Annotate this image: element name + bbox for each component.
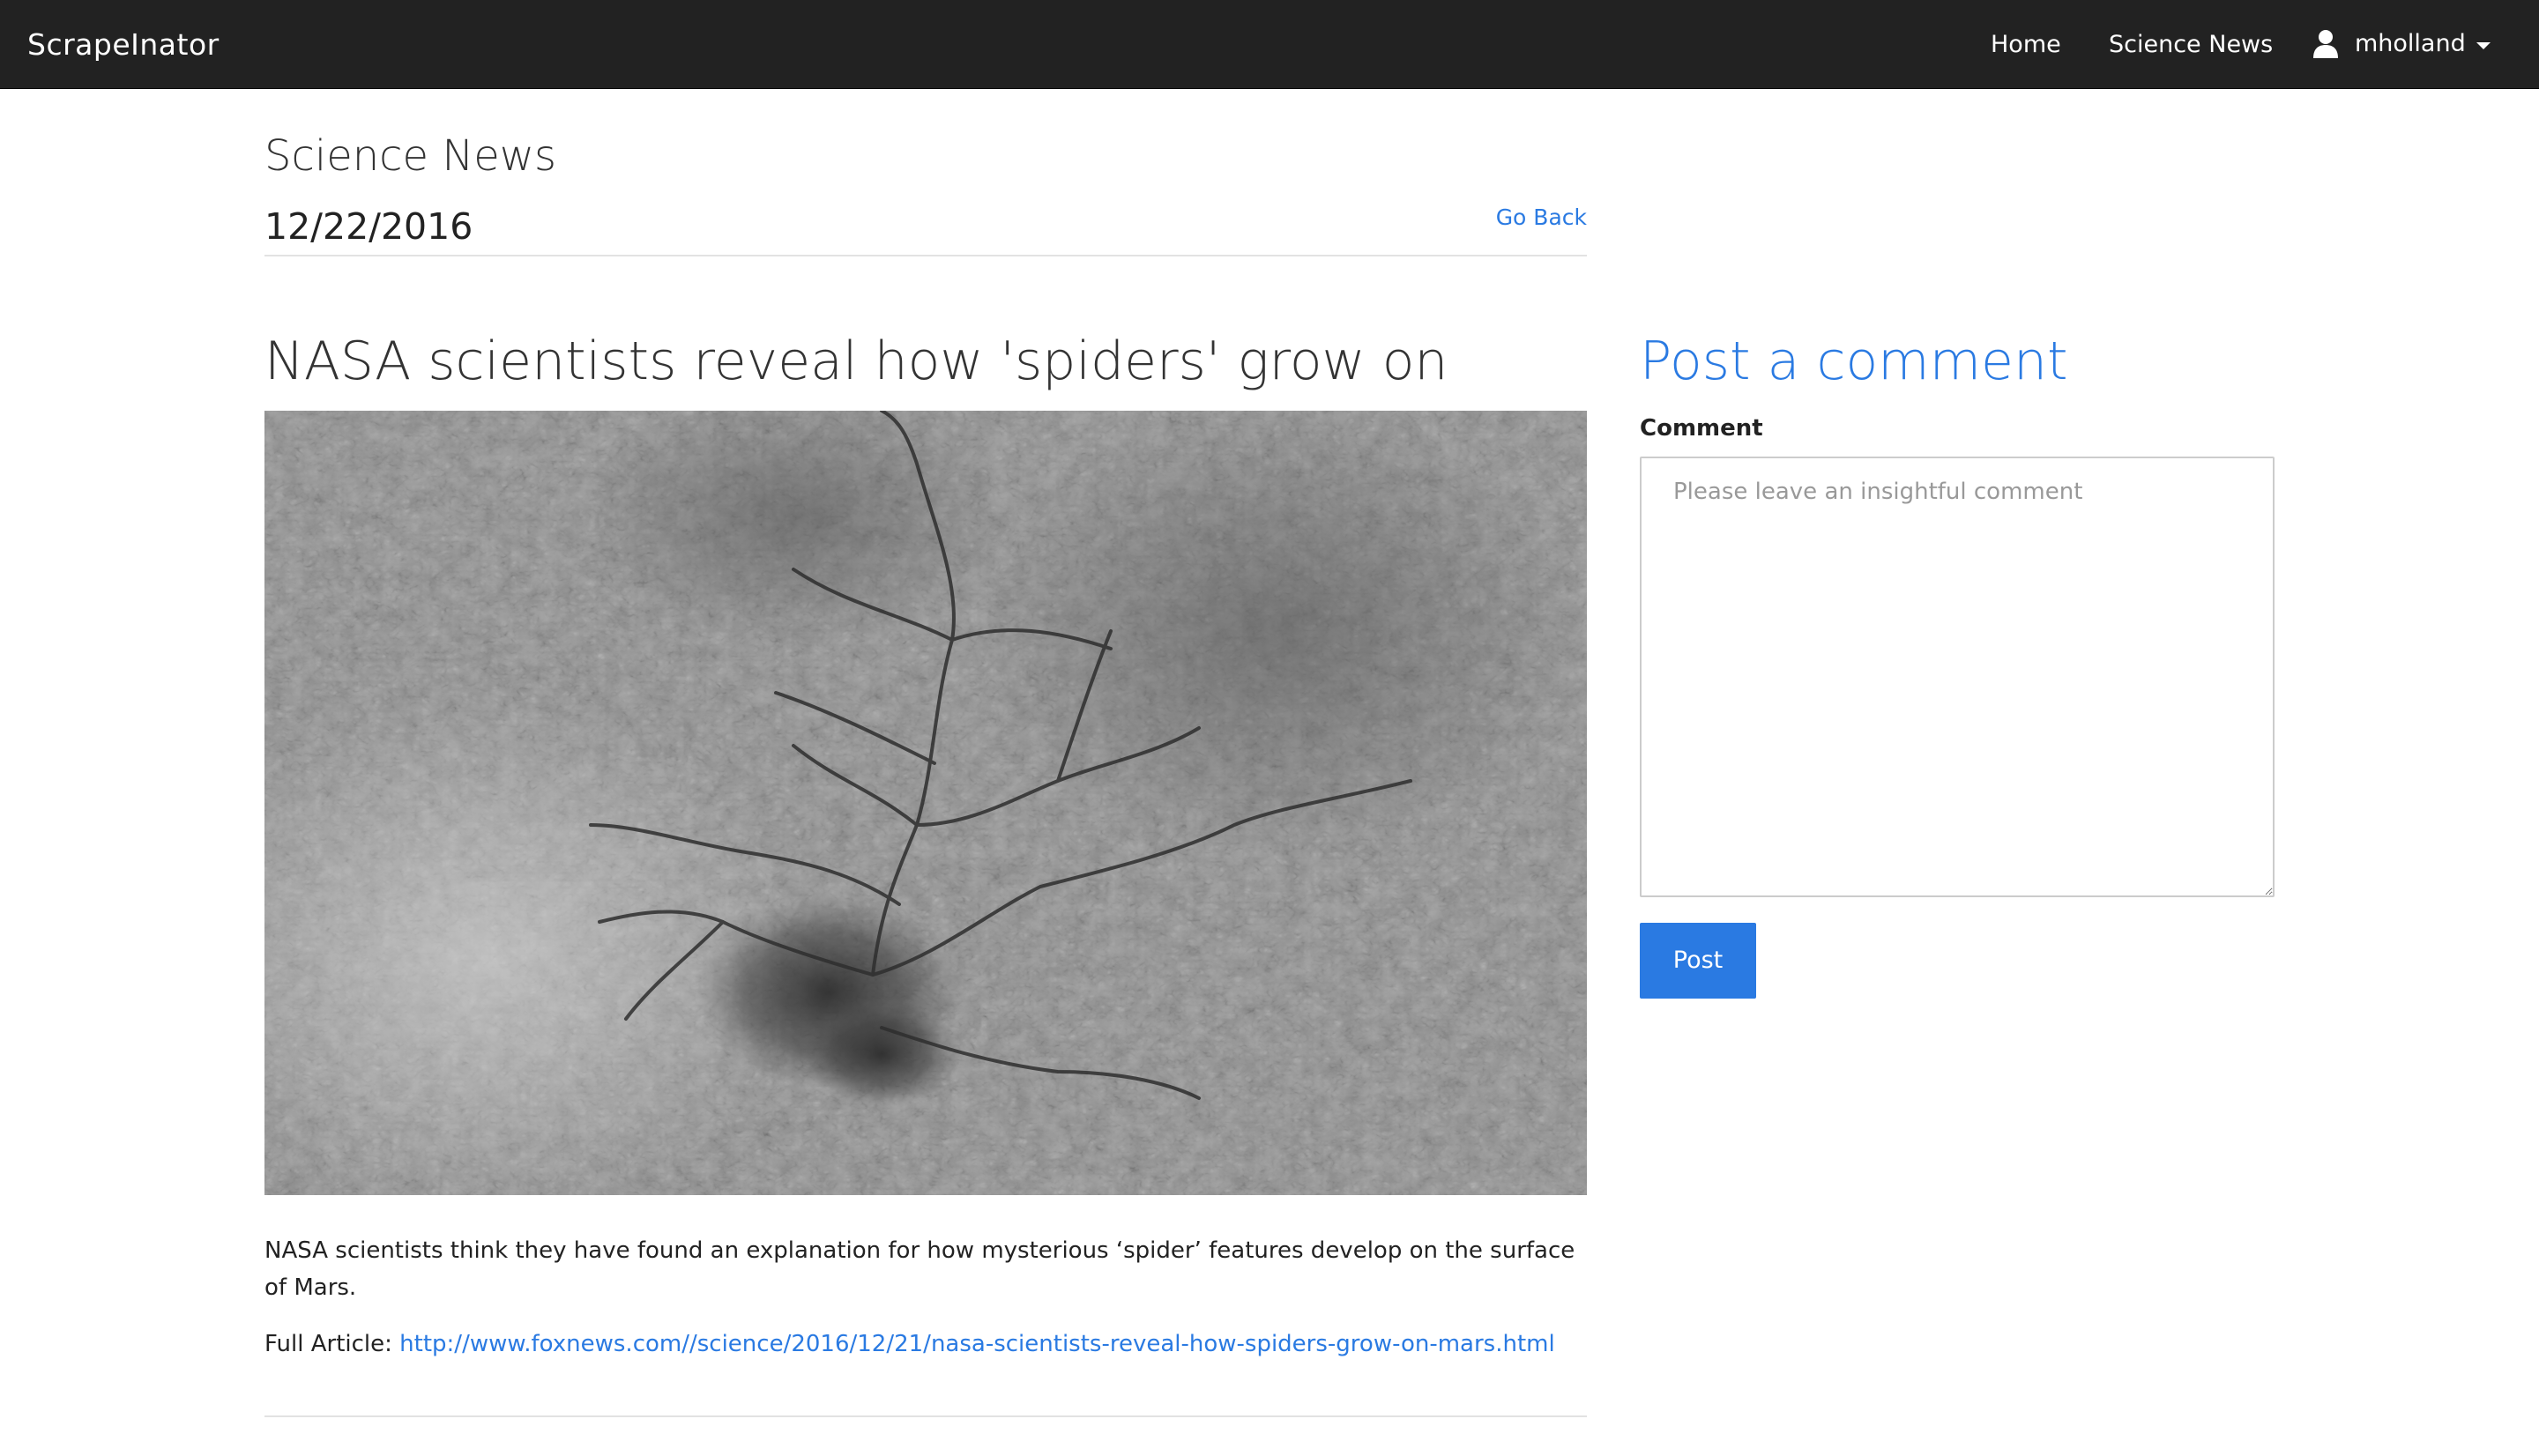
top-navbar: ScrapeInator Home Science News mholland [0, 0, 2539, 89]
user-icon [2312, 29, 2339, 59]
post-button[interactable]: Post [1640, 923, 1756, 999]
nav-home-link[interactable]: Home [1991, 28, 2061, 62]
article-summary: NASA scientists think they have found an… [264, 1237, 1575, 1301]
nav-science-news-link[interactable]: Science News [2109, 28, 2273, 62]
page-title: Science News [264, 131, 557, 181]
full-article-label: Full Article: [264, 1331, 392, 1357]
go-back-link[interactable]: Go Back [1496, 203, 1587, 233]
article-date: 12/22/2016 [264, 205, 473, 248]
comment-textarea[interactable] [1640, 457, 2275, 897]
user-name: mholland [2355, 30, 2466, 57]
user-menu-dropdown[interactable]: mholland [2312, 27, 2491, 61]
caret-down-icon [2476, 42, 2491, 49]
comment-label: Comment [1640, 415, 1763, 442]
full-article-link[interactable]: http://www.foxnews.com//science/2016/12/… [399, 1331, 1555, 1357]
article-divider [264, 1415, 1587, 1417]
comment-heading: Post a comment [1640, 331, 2068, 392]
mars-surface-image [264, 411, 1587, 1195]
header-divider [264, 255, 1587, 256]
brand-link[interactable]: ScrapeInator [27, 25, 220, 65]
full-article-line: Full Article: http://www.foxnews.com//sc… [264, 1326, 1675, 1363]
